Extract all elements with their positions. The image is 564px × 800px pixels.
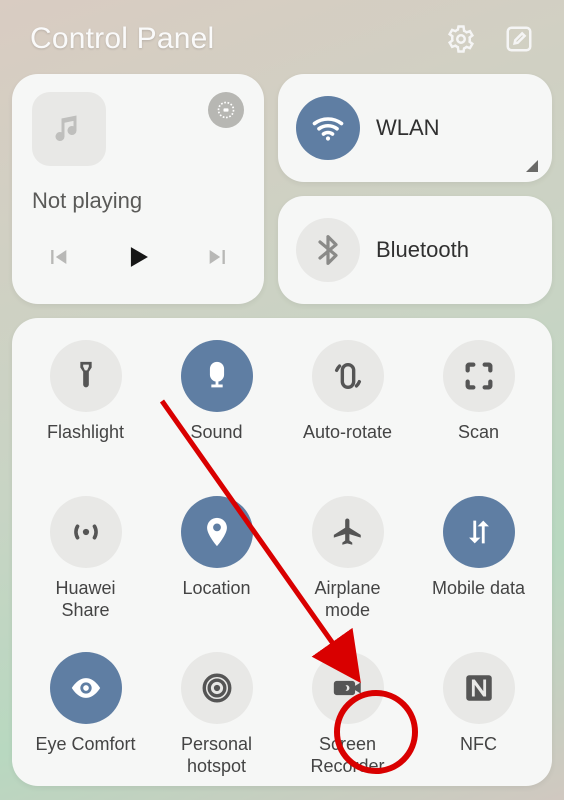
next-track-icon[interactable]: [202, 240, 236, 274]
toggle-nfc[interactable]: NFC: [413, 652, 544, 778]
toggle-label: Auto-rotate: [303, 422, 392, 466]
screen-rec-icon: [312, 652, 384, 724]
expand-icon[interactable]: [526, 160, 538, 172]
media-card: Not playing: [12, 74, 264, 304]
toggle-label: Eye Comfort: [35, 734, 135, 778]
toggle-huawei-share[interactable]: Huawei Share: [20, 496, 151, 622]
toggle-label: NFC: [460, 734, 497, 778]
bluetooth-icon: [296, 218, 360, 282]
toggle-mobile-data[interactable]: Mobile data: [413, 496, 544, 622]
previous-track-icon[interactable]: [40, 240, 74, 274]
toggle-scan[interactable]: Scan: [413, 340, 544, 466]
toggle-eye-comfort[interactable]: Eye Comfort: [20, 652, 151, 778]
flashlight-icon: [50, 340, 122, 412]
settings-icon[interactable]: [446, 24, 476, 54]
toggle-label: Mobile data: [432, 578, 525, 622]
autorotate-icon: [312, 340, 384, 412]
bluetooth-label: Bluetooth: [376, 237, 469, 263]
toggle-hotspot[interactable]: Personal hotspot: [151, 652, 282, 778]
wlan-toggle[interactable]: WLAN: [278, 74, 552, 182]
edit-icon[interactable]: [504, 24, 534, 54]
location-icon: [181, 496, 253, 568]
toggle-label: Flashlight: [47, 422, 124, 466]
mobile-data-icon: [443, 496, 515, 568]
toggle-airplane[interactable]: Airplane mode: [282, 496, 413, 622]
nfc-icon: [443, 652, 515, 724]
toggle-autorotate[interactable]: Auto-rotate: [282, 340, 413, 466]
scan-icon: [443, 340, 515, 412]
toggle-label: Scan: [458, 422, 499, 466]
huawei-share-icon: [50, 496, 122, 568]
page-title: Control Panel: [30, 22, 214, 56]
hotspot-icon: [181, 652, 253, 724]
control-panel-header: Control Panel: [12, 12, 552, 74]
toggle-label: Airplane mode: [314, 578, 380, 622]
toggle-flashlight[interactable]: Flashlight: [20, 340, 151, 466]
toggle-label: Personal hotspot: [181, 734, 252, 778]
quick-toggles-card: Flashlight Sound Auto-rotate Scan Huawei Sha…: [12, 318, 552, 786]
music-artwork-placeholder[interactable]: [32, 92, 106, 166]
sound-icon: [181, 340, 253, 412]
eye-comfort-icon: [50, 652, 122, 724]
toggle-label: Huawei Share: [55, 578, 115, 622]
toggle-screen-rec[interactable]: Screen Recorder: [282, 652, 413, 778]
play-icon[interactable]: [121, 240, 155, 274]
bluetooth-toggle[interactable]: Bluetooth: [278, 196, 552, 304]
wlan-label: WLAN: [376, 115, 440, 141]
toggle-label: Sound: [190, 422, 242, 466]
toggle-label: Location: [182, 578, 250, 622]
media-status-text: Not playing: [32, 188, 244, 214]
airplane-icon: [312, 496, 384, 568]
wifi-icon: [296, 96, 360, 160]
toggle-location[interactable]: Location: [151, 496, 282, 622]
toggle-sound[interactable]: Sound: [151, 340, 282, 466]
audio-output-icon[interactable]: [208, 92, 244, 128]
toggle-label: Screen Recorder: [310, 734, 384, 778]
